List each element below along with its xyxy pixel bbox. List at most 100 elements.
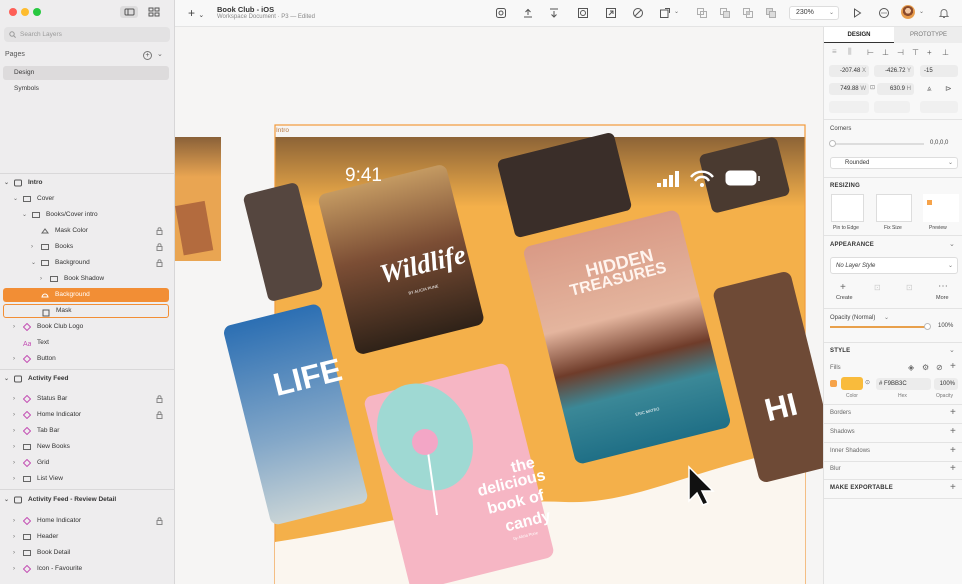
tab-design[interactable]: DESIGN	[824, 27, 894, 43]
layer-row[interactable]: › Grid	[0, 455, 175, 471]
lock-icon[interactable]	[156, 517, 163, 525]
scale-icon[interactable]	[605, 7, 617, 19]
align-center-icon[interactable]: ⊥	[882, 48, 889, 57]
distribute-vertical-icon[interactable]: ⫼	[848, 47, 852, 57]
disclosure-chevron-icon[interactable]: ›	[13, 471, 15, 487]
union-icon[interactable]	[696, 7, 708, 19]
opacity-label[interactable]: Opacity (Normal)	[830, 315, 875, 321]
fill-opacity-field[interactable]: 100%	[934, 378, 958, 390]
x-field[interactable]: -207.48 X	[829, 65, 869, 77]
layer-row[interactable]: › Book Shadow	[0, 271, 175, 287]
lock-icon[interactable]	[156, 259, 163, 267]
layer-row[interactable]: ⌄ Activity Feed - Review Detail	[0, 492, 175, 508]
fill-settings-icon[interactable]: ⚙	[922, 363, 929, 372]
layer-row[interactable]: › New Books	[0, 439, 175, 455]
collapse-pages-icon[interactable]: ⌄	[157, 50, 163, 58]
user-avatar[interactable]	[901, 5, 915, 19]
disclosure-chevron-icon[interactable]: ›	[13, 439, 15, 455]
sidebar-toggle-icon[interactable]	[120, 6, 138, 18]
disclosure-chevron-icon[interactable]: ›	[13, 529, 15, 545]
distribute-icon[interactable]: ≡	[832, 47, 837, 56]
disclosure-chevron-icon[interactable]: ⌄	[4, 371, 9, 387]
fill-link-icon[interactable]: ⊘	[936, 363, 943, 372]
corners-slider[interactable]	[829, 140, 924, 147]
layer-row[interactable]: ⌄ Intro	[0, 175, 175, 191]
more-options-icon[interactable]: ⋯	[938, 281, 948, 292]
disclosure-chevron-icon[interactable]: ⌄	[4, 175, 9, 191]
lock-ratio-icon[interactable]: ⊡	[870, 84, 875, 91]
align-middle-icon[interactable]: +	[927, 48, 932, 57]
preview-play-icon[interactable]	[851, 7, 863, 19]
flip-horizontal-icon[interactable]: ⩓	[927, 84, 932, 94]
style-collapse-icon[interactable]: ⌄	[949, 346, 955, 354]
align-top-icon[interactable]: ⊤	[912, 48, 919, 57]
zoom-window-button[interactable]	[33, 8, 41, 16]
extra-field-2[interactable]	[874, 101, 910, 113]
layer-row[interactable]: › Header	[0, 529, 175, 545]
layer-style-select[interactable]: No Layer Style ⌄	[830, 257, 958, 274]
add-inner-shadow-icon[interactable]: +	[950, 446, 956, 456]
align-bottom-icon[interactable]: ⊥	[942, 48, 949, 57]
layer-row[interactable]: › Home Indicator	[0, 513, 175, 529]
fill-enabled-checkbox[interactable]	[830, 380, 837, 387]
disclosure-chevron-icon[interactable]: ›	[13, 351, 15, 367]
flip-vertical-icon[interactable]: ⊳	[945, 84, 952, 93]
tab-prototype[interactable]: PROTOTYPE	[894, 27, 962, 43]
layer-row[interactable]: › Books	[0, 239, 175, 255]
layer-row[interactable]: ⌄ Activity Feed	[0, 371, 175, 387]
avatar-dropdown-icon[interactable]: ⌄	[919, 8, 924, 15]
appearance-collapse-icon[interactable]: ⌄	[949, 240, 955, 248]
layer-row[interactable]: › Button	[0, 351, 175, 367]
notifications-bell-icon[interactable]	[938, 7, 950, 19]
layer-row[interactable]: Background	[3, 288, 169, 302]
corner-style-select[interactable]: Rounded ⌄	[830, 157, 958, 169]
lock-icon[interactable]	[156, 243, 163, 251]
disclosure-chevron-icon[interactable]: ›	[13, 513, 15, 529]
disclosure-chevron-icon[interactable]: ›	[13, 319, 15, 335]
subtract-icon[interactable]	[719, 7, 731, 19]
minimize-window-button[interactable]	[21, 8, 29, 16]
color-picker-icon[interactable]: ⊙	[865, 379, 870, 386]
layer-row[interactable]: Aa Text	[0, 335, 175, 351]
artboard-label[interactable]: Intro	[276, 127, 289, 134]
layer-row[interactable]: ⌄ Books/Cover intro	[0, 207, 175, 223]
disclosure-chevron-icon[interactable]: ⌄	[13, 191, 18, 207]
layer-row[interactable]: › Book Detail	[0, 545, 175, 561]
align-left-icon[interactable]: ⊢	[867, 48, 874, 57]
add-shadow-icon[interactable]: +	[950, 427, 956, 437]
disclosure-chevron-icon[interactable]: ›	[13, 561, 15, 577]
add-page-icon[interactable]: +	[143, 51, 152, 60]
add-blur-icon[interactable]: +	[950, 464, 956, 474]
insert-button[interactable]: + ⌄	[188, 6, 204, 20]
zoom-level[interactable]: 230% ⌄	[789, 6, 839, 20]
page-item-design[interactable]: Design	[3, 66, 169, 80]
add-fill-icon[interactable]: +	[950, 362, 956, 372]
difference-icon[interactable]	[765, 7, 777, 19]
add-border-icon[interactable]: +	[950, 408, 956, 418]
layer-row[interactable]: ⌄ Background	[0, 255, 175, 271]
layer-row[interactable]: ⌄ Cover	[0, 191, 175, 207]
forward-icon[interactable]	[522, 7, 534, 19]
disclosure-chevron-icon[interactable]: ⌄	[4, 492, 9, 508]
layer-row[interactable]: › List View	[0, 471, 175, 487]
layer-row[interactable]: Mask	[3, 304, 169, 318]
corners-value[interactable]: 0,0,0,0	[930, 140, 948, 146]
resize-dropdown-icon[interactable]: ⌄	[674, 8, 679, 15]
layer-row[interactable]: › Icon - Favourite	[0, 561, 175, 577]
components-grid-icon[interactable]	[147, 6, 161, 18]
create-style-label[interactable]: Create	[836, 295, 853, 301]
disclosure-chevron-icon[interactable]: ›	[40, 271, 42, 287]
disclosure-chevron-icon[interactable]: ›	[13, 391, 15, 407]
intersect-icon[interactable]	[742, 7, 754, 19]
opacity-slider[interactable]	[830, 323, 931, 330]
y-field[interactable]: -426.72 Y	[874, 65, 914, 77]
rotation-field[interactable]: -15	[920, 65, 958, 77]
mask-tool-icon[interactable]	[577, 7, 589, 19]
canvas[interactable]: Intro 9:41 Wildlife BY ALICIA PUNE HIDDE…	[175, 27, 823, 584]
backward-icon[interactable]	[548, 7, 560, 19]
search-layers-input[interactable]: Search Layers	[4, 27, 170, 42]
disclosure-chevron-icon[interactable]: ›	[13, 545, 15, 561]
close-window-button[interactable]	[9, 8, 17, 16]
resize-icon[interactable]	[659, 7, 671, 19]
disclosure-chevron-icon[interactable]: ›	[13, 407, 15, 423]
